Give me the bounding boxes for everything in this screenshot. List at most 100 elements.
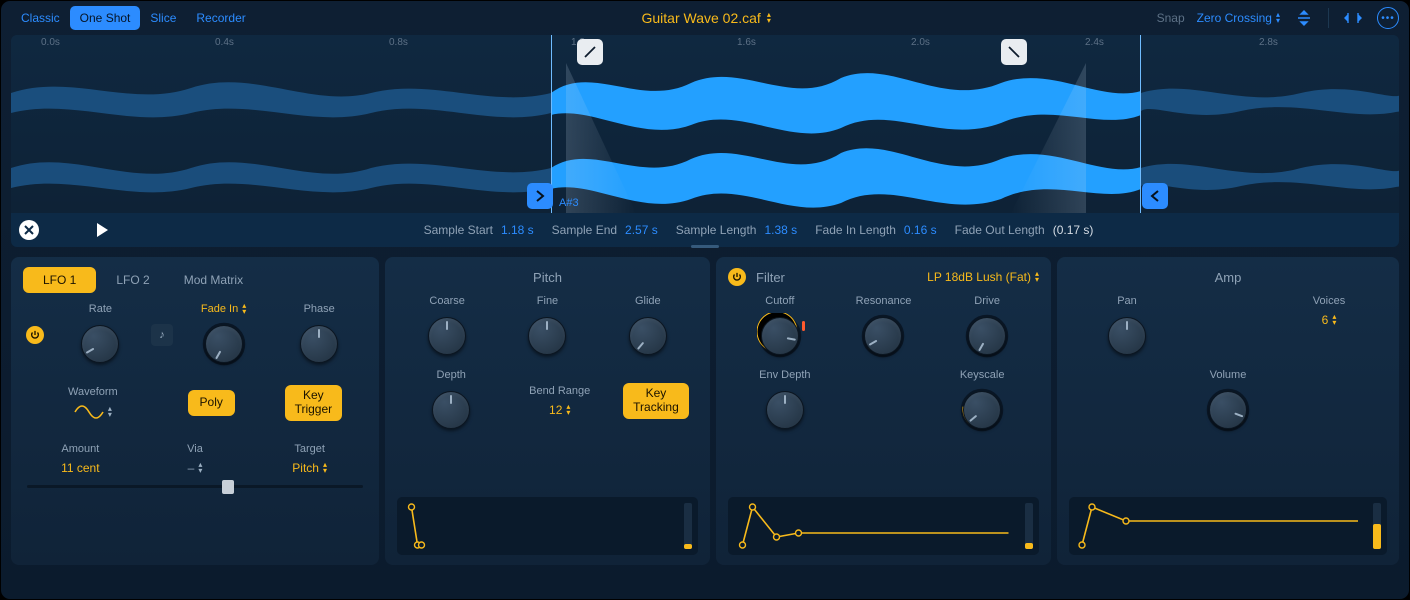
- tab-classic[interactable]: Classic: [11, 6, 70, 30]
- fine-knob[interactable]: [528, 317, 566, 355]
- file-title[interactable]: Guitar Wave 02.caf ▴▾: [262, 10, 1151, 26]
- chevron-updown-icon: ▴▾: [323, 462, 327, 473]
- chevron-updown-icon: ▴▾: [1035, 271, 1039, 282]
- waveform-display[interactable]: 0.0s 0.4s 0.8s 1.2s 1.6s 2.0s 2.4s 2.8s: [11, 35, 1399, 213]
- rate-knob[interactable]: [81, 325, 119, 363]
- bend-range-value[interactable]: 12 ▴▾: [549, 403, 570, 417]
- resize-handle[interactable]: [691, 245, 719, 248]
- waveform-selector[interactable]: ▴▾: [74, 404, 112, 420]
- poly-button[interactable]: Poly: [188, 390, 235, 416]
- cutoff-label: Cutoff: [765, 295, 794, 307]
- filter-type-selector[interactable]: LP 18dB Lush (Fat) ▴▾: [927, 270, 1039, 284]
- sample-length-value[interactable]: 1.38 s: [764, 223, 797, 237]
- env-depth-label: Env Depth: [759, 369, 810, 381]
- root-note-label: A#3: [559, 197, 579, 209]
- divider: [1328, 8, 1329, 28]
- pan-label: Pan: [1117, 295, 1137, 307]
- mode-tabs: Classic One Shot Slice Recorder: [11, 6, 256, 30]
- zoom-fit-horizontal-icon[interactable]: [1341, 6, 1365, 30]
- via-value[interactable]: – ▴▾: [188, 461, 203, 475]
- env-level-bar[interactable]: [1373, 503, 1381, 549]
- env-level-bar[interactable]: [1025, 503, 1033, 549]
- pan-knob[interactable]: [1108, 317, 1146, 355]
- chevron-updown-icon: ▴▾: [566, 404, 570, 415]
- volume-label: Volume: [1210, 369, 1247, 381]
- sample-info-strip: Sample Start1.18 s Sample End2.57 s Samp…: [11, 213, 1399, 247]
- phase-knob[interactable]: [300, 325, 338, 363]
- file-chevron-icon: ▴▾: [767, 12, 771, 23]
- coarse-knob[interactable]: [428, 317, 466, 355]
- keyscale-knob[interactable]: [963, 391, 1001, 429]
- fade-out-handle[interactable]: [1001, 39, 1027, 65]
- fadein-knob[interactable]: [205, 325, 243, 363]
- fade-out-value[interactable]: (0.17 s): [1053, 223, 1094, 237]
- fadein-label[interactable]: Fade In ▴▾: [201, 303, 246, 315]
- sample-end-value[interactable]: 2.57 s: [625, 223, 658, 237]
- fade-in-label: Fade In Length: [815, 223, 896, 237]
- filter-power-button[interactable]: [728, 268, 746, 286]
- ruler-tick: 0.0s: [41, 37, 60, 48]
- pitch-panel: Pitch Coarse Fine Glide Depth Bend Range…: [385, 257, 710, 565]
- fine-label: Fine: [537, 295, 558, 307]
- waveform-label: Waveform: [68, 386, 118, 398]
- glide-label: Glide: [635, 295, 661, 307]
- sample-start-handle[interactable]: [527, 183, 553, 209]
- ruler-tick: 0.4s: [215, 37, 234, 48]
- sample-start-label: Sample Start: [424, 223, 493, 237]
- snap-chevron-icon: ▴▾: [1276, 12, 1280, 23]
- more-menu-icon[interactable]: •••: [1377, 7, 1399, 29]
- amount-slider[interactable]: [27, 485, 363, 488]
- fade-in-handle[interactable]: [577, 39, 603, 65]
- sync-note-button[interactable]: ♪: [151, 324, 173, 346]
- sample-start-value[interactable]: 1.18 s: [501, 223, 534, 237]
- subtab-lfo2[interactable]: LFO 2: [102, 267, 163, 293]
- phase-label: Phase: [304, 303, 335, 315]
- bend-range-label: Bend Range: [529, 385, 590, 397]
- pitch-envelope[interactable]: [397, 497, 698, 555]
- fade-in-value[interactable]: 0.16 s: [904, 223, 937, 237]
- keyscale-label: Keyscale: [960, 369, 1005, 381]
- depth-label: Depth: [437, 369, 466, 381]
- cutoff-knob[interactable]: [761, 317, 799, 355]
- chevron-updown-icon: ▴▾: [198, 462, 202, 473]
- top-right-controls: Snap Zero Crossing ▴▾ •••: [1157, 6, 1399, 30]
- cutoff-mod-indicator: [802, 321, 805, 331]
- lfo-power-button[interactable]: [26, 326, 44, 344]
- snap-value[interactable]: Zero Crossing ▴▾: [1197, 11, 1280, 25]
- filter-panel: Filter LP 18dB Lush (Fat) ▴▾ Cutoff Reso…: [716, 257, 1051, 565]
- glide-knob[interactable]: [629, 317, 667, 355]
- sample-length-label: Sample Length: [676, 223, 757, 237]
- voices-value[interactable]: 6 ▴▾: [1322, 313, 1337, 327]
- top-bar: Classic One Shot Slice Recorder Guitar W…: [1, 1, 1409, 35]
- sample-end-handle[interactable]: [1142, 183, 1168, 209]
- filter-envelope[interactable]: [728, 497, 1039, 555]
- subtab-mod-matrix[interactable]: Mod Matrix: [170, 267, 257, 293]
- coarse-label: Coarse: [429, 295, 464, 307]
- env-depth-knob[interactable]: [766, 391, 804, 429]
- drive-knob[interactable]: [968, 317, 1006, 355]
- subtab-lfo1[interactable]: LFO 1: [23, 267, 96, 293]
- env-level-bar[interactable]: [684, 503, 692, 549]
- resonance-label: Resonance: [856, 295, 912, 307]
- zoom-fit-vertical-icon[interactable]: [1292, 6, 1316, 30]
- play-button[interactable]: [97, 223, 108, 237]
- filter-title: Filter: [756, 270, 785, 285]
- tab-recorder[interactable]: Recorder: [186, 6, 255, 30]
- snap-label: Snap: [1157, 11, 1185, 25]
- amp-panel: Amp Pan Voices 6 ▴▾ Volume: [1057, 257, 1399, 565]
- target-value[interactable]: Pitch ▴▾: [292, 461, 327, 475]
- amount-value[interactable]: 11 cent: [61, 461, 99, 475]
- ruler-tick: 2.8s: [1259, 37, 1278, 48]
- target-label: Target: [294, 443, 325, 455]
- clear-button[interactable]: [19, 220, 39, 240]
- amp-title: Amp: [1215, 270, 1242, 285]
- chevron-updown-icon: ▴▾: [242, 303, 246, 314]
- depth-knob[interactable]: [432, 391, 470, 429]
- chevron-updown-icon: ▴▾: [108, 406, 112, 417]
- amp-envelope[interactable]: [1069, 497, 1387, 555]
- key-tracking-button[interactable]: Key Tracking: [623, 383, 689, 419]
- tab-one-shot[interactable]: One Shot: [70, 6, 141, 30]
- key-trigger-button[interactable]: Key Trigger: [285, 385, 343, 421]
- volume-knob[interactable]: [1209, 391, 1247, 429]
- tab-slice[interactable]: Slice: [140, 6, 186, 30]
